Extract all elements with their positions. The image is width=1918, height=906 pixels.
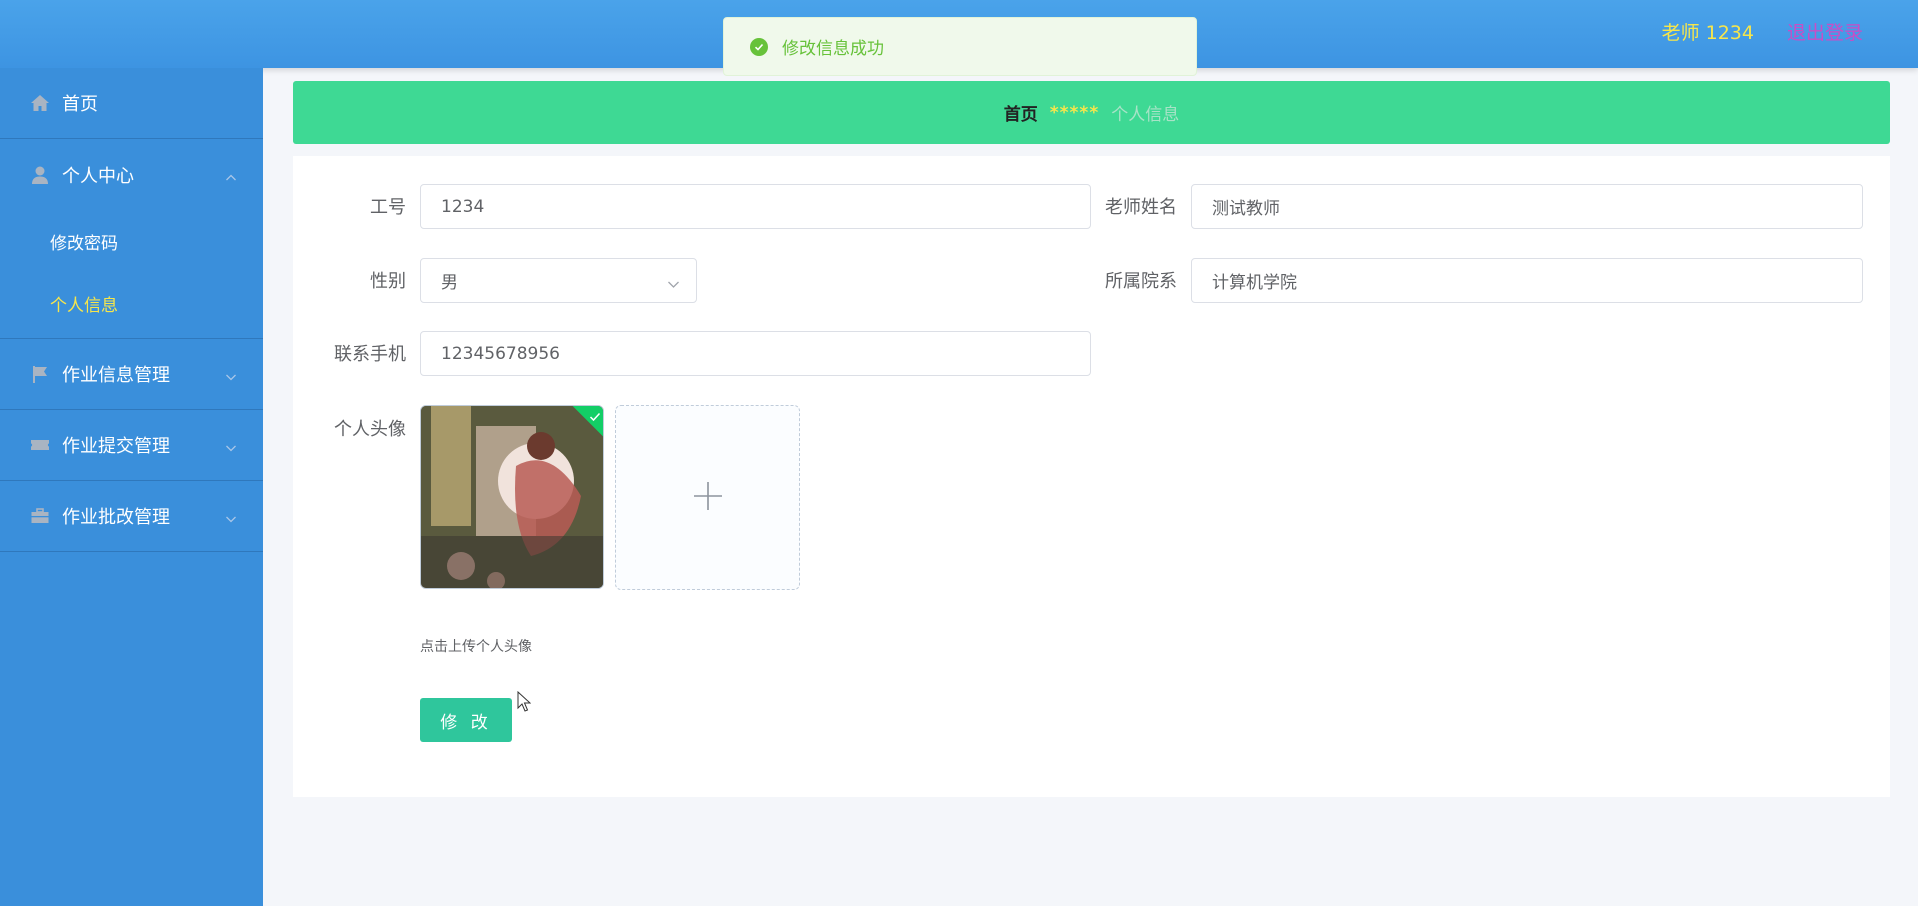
breadcrumb-home[interactable]: 首页 xyxy=(1004,100,1038,125)
chevron-down-icon xyxy=(667,276,680,296)
logout-link[interactable]: 退出登录 xyxy=(1787,18,1863,45)
chevron-down-icon xyxy=(225,510,237,529)
sidebar-item-home[interactable]: 首页 xyxy=(0,68,263,139)
job-no-label: 工号 xyxy=(370,197,406,218)
check-icon xyxy=(589,408,601,427)
home-icon xyxy=(30,93,50,113)
chevron-up-icon xyxy=(225,169,237,188)
breadcrumb-current: 个人信息 xyxy=(1111,105,1180,125)
sidebar-item-label: 作业批改管理 xyxy=(62,507,170,528)
sidebar-item-homework-grading[interactable]: 作业批改管理 xyxy=(0,481,263,552)
upload-tip: 点击上传个人头像 xyxy=(420,639,532,655)
phone-label: 联系手机 xyxy=(334,344,406,365)
sidebar-group-personal: 个人中心 修改密码 个人信息 xyxy=(0,139,263,339)
sidebar-item-label: 作业提交管理 xyxy=(62,436,170,457)
phone-input[interactable]: 12345678956 xyxy=(420,331,1091,376)
sidebar-subitem-personal-info[interactable]: 个人信息 xyxy=(0,272,263,334)
sidebar-item-personal-center[interactable]: 个人中心 xyxy=(0,139,263,210)
gender-select[interactable]: 男 xyxy=(420,258,697,303)
sidebar-item-homework-submission[interactable]: 作业提交管理 xyxy=(0,410,263,481)
user-icon xyxy=(30,165,50,185)
sidebar-item-label: 作业信息管理 xyxy=(62,365,170,386)
avatar-upload-button[interactable] xyxy=(615,405,800,590)
avatar-label: 个人头像 xyxy=(334,419,406,440)
department-input[interactable]: 计算机学院 xyxy=(1191,258,1863,303)
flag-icon xyxy=(30,364,50,384)
mouse-cursor-icon xyxy=(517,690,532,717)
breadcrumb: 首页 ***** 个人信息 xyxy=(293,81,1890,144)
teacher-name-label: 老师姓名 xyxy=(1105,197,1177,218)
chevron-down-icon xyxy=(225,368,237,387)
submit-button[interactable]: 修 改 xyxy=(420,698,512,742)
gender-selected-value: 男 xyxy=(441,273,458,293)
teacher-name-input[interactable]: 测试教师 xyxy=(1191,184,1863,229)
sidebar-item-label: 个人中心 xyxy=(62,165,134,187)
department-label: 所属院系 xyxy=(1105,271,1177,292)
job-no-input[interactable]: 1234 xyxy=(420,184,1091,229)
current-user-label: 老师 1234 xyxy=(1661,22,1754,44)
avatar-preview[interactable] xyxy=(420,405,604,589)
sidebar-item-label: 首页 xyxy=(62,94,98,115)
sidebar-subitem-change-password[interactable]: 修改密码 xyxy=(0,210,263,272)
success-check-icon xyxy=(750,37,768,56)
breadcrumb-separator: ***** xyxy=(1049,102,1100,123)
toast-message: 修改信息成功 xyxy=(782,39,884,59)
personal-info-form: 工号 1234 老师姓名 测试教师 性别 男 所属院系 计算机学院 联系手机 1… xyxy=(293,156,1890,797)
success-toast: 修改信息成功 xyxy=(723,17,1197,76)
briefcase-icon xyxy=(30,506,50,526)
sidebar-item-homework-info[interactable]: 作业信息管理 xyxy=(0,339,263,410)
chevron-down-icon xyxy=(225,439,237,458)
sidebar: 首页 个人中心 修改密码 个人信息 作业信息管理 作业提交管理 作业批改管理 xyxy=(0,68,263,906)
ticket-icon xyxy=(30,435,50,455)
gender-label: 性别 xyxy=(370,271,406,292)
plus-icon xyxy=(693,481,723,515)
